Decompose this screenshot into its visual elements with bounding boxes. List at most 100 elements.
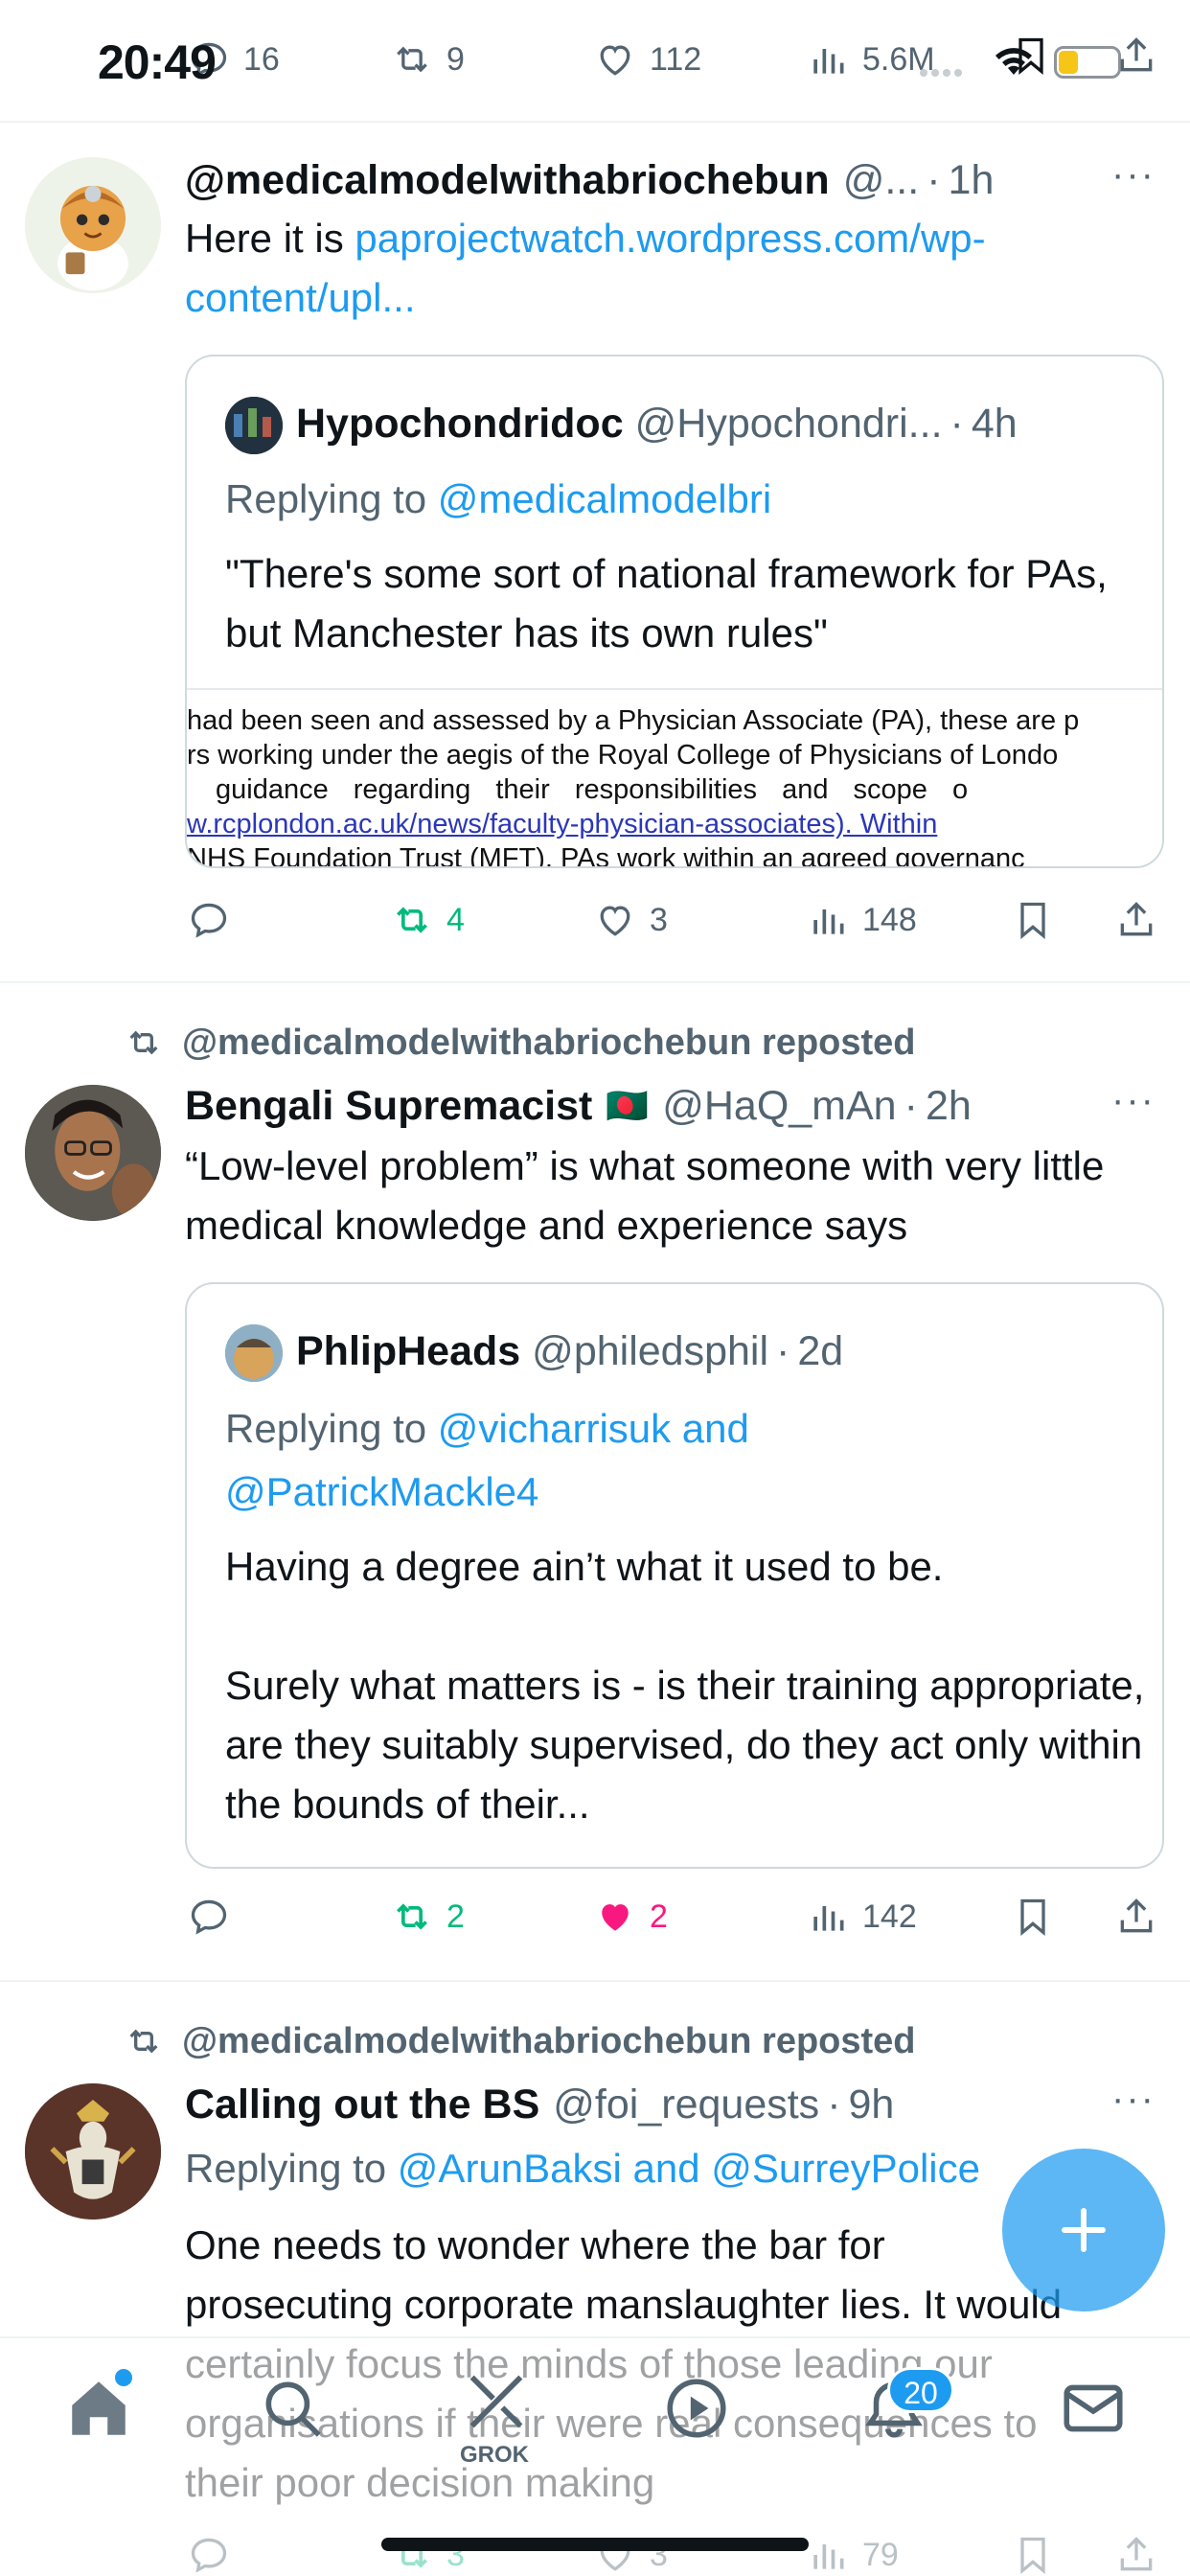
tab-notifications[interactable]: 20 [858, 2367, 954, 2444]
repost-icon [129, 1030, 158, 1055]
battery-icon [1054, 46, 1121, 79]
quote-text: Surely what matters is - is their traini… [225, 1663, 1145, 1827]
post-replying-to: Replying to @ArunBaksi and @SurreyPolice [185, 2146, 980, 2191]
post-actions: 4 3 148 [188, 891, 1161, 949]
repost-icon [397, 907, 427, 933]
share-icon [1120, 902, 1153, 936]
quote-author-name: PhlipHeads [296, 1327, 521, 1374]
post-handle: @HaQ_mAn [662, 1082, 897, 1129]
tab-grok[interactable]: GROK [456, 2365, 537, 2471]
tab-messages[interactable] [1058, 2373, 1129, 2444]
more-options-icon[interactable]: ··· [1111, 1079, 1156, 1122]
post-text: “Low-level problem” is what someone with… [185, 1143, 1105, 1248]
tab-home[interactable] [63, 2369, 134, 2444]
repost-context: @medicalmodelwithabriochebun reposted [121, 1018, 916, 1068]
avatar-photo [25, 1085, 161, 1221]
quote-time: 2d [797, 1327, 844, 1374]
post-author-name[interactable]: Calling out the BS [185, 2082, 539, 2128]
repost-button[interactable]: 2 [391, 1888, 465, 1945]
grok-label: GROK [460, 2442, 529, 2468]
quote-avatar-image [225, 1324, 283, 1382]
signal-icon [920, 69, 968, 79]
share-icon[interactable] [1115, 33, 1157, 79]
quote-time: 4h [971, 400, 1018, 447]
post-handle: @... [842, 156, 920, 203]
quote-handle: @philedsphil [532, 1327, 769, 1374]
reply-button[interactable] [188, 891, 230, 949]
unread-dot [115, 2369, 132, 2386]
more-options-icon[interactable]: ··· [1111, 2078, 1156, 2121]
like-button[interactable]: 2 [594, 1888, 668, 1945]
repost-button[interactable]: 4 [391, 891, 465, 949]
play-circle-icon [667, 2379, 726, 2438]
status-bar: 20:49 [0, 0, 1190, 115]
notifications-badge: 20 [887, 2367, 954, 2413]
repost-context: @medicalmodelwithabriochebun reposted [121, 2016, 916, 2066]
post-time: 2h [925, 1082, 972, 1129]
repost-icon [129, 2029, 158, 2054]
post-header: Bengali Supremacist 🇧🇩 @HaQ_mAn · 2h [185, 1082, 972, 1130]
reply-icon [191, 903, 227, 938]
post-time: 9h [848, 2081, 895, 2128]
post-author-handle[interactable]: @medicalmodelwithabriochebun [185, 157, 830, 204]
post-header: @medicalmodelwithabriochebun @... · 1h [185, 156, 995, 204]
quote-text: Having a degree ain’t what it used to be… [225, 1544, 944, 1589]
post-time: 1h [948, 156, 995, 203]
divider [0, 1980, 1190, 1982]
avatar[interactable] [25, 2083, 161, 2220]
share-button[interactable] [1115, 1888, 1157, 1945]
divider [0, 981, 1190, 983]
reply-icon [191, 1899, 227, 1935]
avatar[interactable] [25, 1085, 161, 1221]
document-image[interactable]: had been seen and assessed by a Physicia… [187, 688, 1162, 866]
bookmark-icon[interactable] [1010, 33, 1052, 79]
plus-icon [1062, 2208, 1106, 2252]
repost-icon [397, 1903, 427, 1930]
more-options-icon[interactable]: ··· [1111, 153, 1156, 196]
views-icon [813, 909, 844, 934]
avatar-crest-image [25, 2083, 161, 2220]
avatar-bun-doctor-image [25, 157, 161, 293]
mail-icon [1064, 2384, 1123, 2432]
quote-header: PhlipHeads @philedsphil · 2d [296, 1327, 844, 1374]
quote-replying-to: Replying to @vicharrisuk and @PatrickMac… [225, 1406, 749, 1514]
share-button[interactable] [1115, 891, 1157, 949]
like-button[interactable]: 3 [594, 891, 668, 949]
status-time: 20:49 [98, 35, 217, 89]
bookmark-icon [1020, 1898, 1045, 1937]
heart-icon [600, 906, 630, 936]
post-author-name[interactable]: Bengali Supremacist [185, 1083, 592, 1130]
avatar[interactable] [25, 157, 161, 293]
compose-post-button[interactable] [1002, 2149, 1165, 2312]
bookmark-icon [1020, 902, 1045, 940]
flag-icon: 🇧🇩 [606, 1086, 650, 1125]
quote-replying-to: Replying to @medicalmodelbri [225, 476, 772, 521]
post-text: Here it is paprojectwatch.wordpress.com/… [185, 216, 986, 320]
views-icon [813, 1906, 844, 1931]
tab-video[interactable] [661, 2373, 732, 2444]
tab-search[interactable] [257, 2373, 328, 2444]
quote-text: "There's some sort of national framework… [225, 551, 1108, 656]
post-actions: 2 2 142 [188, 1888, 1161, 1945]
quote-handle: @Hypochondri... [634, 400, 943, 447]
quote-header: Hypochondridoc @Hypochondri... · 4h [296, 400, 1018, 447]
quote-avatar-image [225, 397, 283, 454]
share-icon [1120, 1898, 1153, 1933]
heart-filled-icon [602, 1904, 629, 1931]
views-button[interactable]: 148 [807, 891, 917, 949]
quote-author-name: Hypochondridoc [296, 400, 624, 447]
post-header: Calling out the BS @foi_requests · 9h [185, 2081, 895, 2128]
quoted-post[interactable]: PhlipHeads @philedsphil · 2d Replying to… [185, 1282, 1164, 1869]
bookmark-button[interactable] [1012, 891, 1054, 949]
quote-avatar [225, 397, 283, 454]
bookmark-button[interactable] [1012, 1888, 1054, 1945]
quote-avatar [225, 1324, 283, 1382]
post-handle: @foi_requests [553, 2081, 820, 2128]
reply-button[interactable] [188, 1888, 230, 1945]
divider [0, 121, 1190, 123]
views-button[interactable]: 142 [807, 1888, 917, 1945]
grok-icon [469, 2375, 523, 2428]
search-icon [265, 2381, 321, 2437]
home-indicator [381, 2538, 809, 2551]
quoted-post[interactable]: Hypochondridoc @Hypochondri... · 4h Repl… [185, 355, 1164, 868]
